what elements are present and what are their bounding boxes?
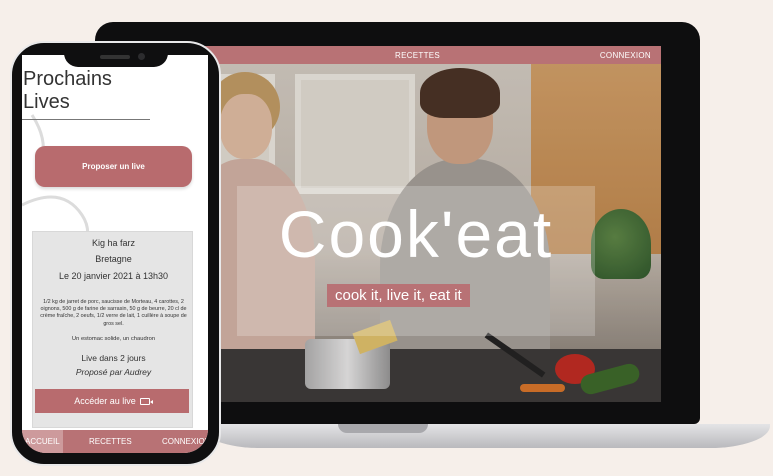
mobile-navbar: ACCUEIL RECETTES CONNEXION	[22, 430, 208, 453]
recipe-region: Bretagne	[95, 254, 132, 264]
access-live-button[interactable]: Accéder au live	[35, 389, 189, 413]
video-camera-icon	[139, 397, 153, 405]
mobile-screen: Prochains Lives Proposer un live Kig ha …	[22, 55, 208, 453]
live-date: Le 20 janvier 2021 à 13h30	[58, 271, 169, 281]
tools-text: Un estomac solide, un chaudron	[71, 336, 156, 342]
live-card: Kig ha farz Bretagne Le 20 janvier 2021 …	[32, 231, 193, 428]
nav-recettes[interactable]: RECETTES	[86, 430, 135, 453]
hero-title: Cook'eat	[278, 197, 554, 271]
nav-connexion[interactable]: CONNEXION	[159, 430, 208, 453]
access-live-label: Accéder au live	[74, 396, 136, 406]
ingredients-text: 1/2 kg de jarret de porc, saucisse de Mo…	[40, 299, 187, 327]
hero-tagline: cook it, live it, eat it	[327, 284, 470, 307]
live-countdown: Live dans 2 jours	[81, 353, 146, 363]
hero-card: Cook'eat cook it, live it, eat it	[237, 186, 595, 336]
phone-camera	[138, 53, 145, 60]
title-divider	[22, 119, 150, 120]
recipe-name: Kig ha farz	[91, 238, 136, 248]
phone-speaker	[100, 55, 130, 59]
nav-accueil[interactable]: ACCUEIL	[22, 430, 63, 453]
laptop-hinge-notch	[338, 424, 428, 433]
mockup-stage: Cook'eat cook it, live it, eat it RECETT…	[0, 0, 773, 476]
page-title: Prochains Lives	[23, 68, 112, 113]
nav-recettes[interactable]: RECETTES	[395, 51, 440, 60]
propose-live-button[interactable]: Proposer un live	[35, 146, 192, 187]
nav-connexion[interactable]: CONNEXION	[600, 51, 651, 60]
live-author: Proposé par Audrey	[75, 367, 152, 377]
laptop-base	[200, 424, 770, 448]
